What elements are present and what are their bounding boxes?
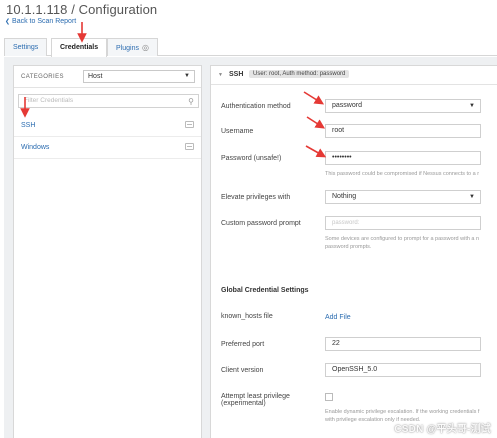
ssh-section-header[interactable]: ▼ SSH User: root, Auth method: password <box>211 66 497 85</box>
content-area: CATEGORIES Host ▼ Filter Credentials ⚲ S… <box>4 57 497 438</box>
client-version-value: OpenSSH_5.0 <box>332 366 378 373</box>
elevate-privileges-label: Elevate privileges with <box>221 194 291 201</box>
category-select[interactable]: Host ▼ <box>83 70 195 83</box>
eye-icon: ◎ <box>141 43 149 52</box>
preferred-port-label: Preferred port <box>221 341 265 348</box>
search-icon: ⚲ <box>188 97 194 106</box>
least-privilege-sublabel: (experimental) <box>221 400 266 407</box>
elevate-privileges-select[interactable]: Nothing ▼ <box>325 190 481 204</box>
auth-method-select[interactable]: password ▼ <box>325 99 481 113</box>
page-title: 10.1.1.118 / Configuration <box>6 2 158 17</box>
caret-down-icon: ▼ <box>469 194 475 200</box>
credential-count-icon <box>185 143 194 150</box>
custom-prompt-hint: Some devices are configured to prompt fo… <box>325 236 480 242</box>
client-version-field[interactable]: OpenSSH_5.0 <box>325 363 481 377</box>
tab-settings-label: Settings <box>13 44 39 51</box>
tab-plugins-label: Plugins <box>116 45 139 52</box>
filter-credentials-input[interactable]: Filter Credentials ⚲ <box>18 94 199 108</box>
custom-prompt-input[interactable]: password: <box>325 216 481 230</box>
tab-settings[interactable]: Settings <box>4 38 48 56</box>
sidebar-item-windows[interactable]: Windows <box>14 138 201 159</box>
custom-prompt-placeholder: password: <box>332 220 360 226</box>
password-value: •••••••• <box>332 154 352 161</box>
caret-down-icon: ▼ <box>469 103 475 109</box>
sidebar-item-label: SSH <box>21 122 36 129</box>
password-label: Password (unsafe!) <box>221 155 282 162</box>
ssh-summary-badge: User: root, Auth method: password <box>249 70 350 78</box>
preferred-port-value: 22 <box>332 340 340 347</box>
known-hosts-label: known_hosts file <box>221 313 273 320</box>
back-link-label: Back to Scan Report <box>12 18 77 25</box>
back-to-scan-report-link[interactable]: ❮ Back to Scan Report <box>5 18 76 25</box>
sidebar-item-label: Windows <box>21 144 50 151</box>
tab-credentials[interactable]: Credentials <box>51 38 108 57</box>
client-version-label: Client version <box>221 367 264 374</box>
add-file-link[interactable]: Add File <box>325 314 351 321</box>
least-privilege-checkbox[interactable] <box>325 393 333 401</box>
sidebar-item-ssh[interactable]: SSH <box>14 116 201 137</box>
categories-label: CATEGORIES <box>21 74 64 80</box>
tab-plugins[interactable]: Plugins ◎ <box>107 38 158 56</box>
auth-method-value: password <box>332 102 362 109</box>
watermark: CSDN @平头哥-测试 <box>394 424 491 435</box>
username-label: Username <box>221 128 254 135</box>
username-field[interactable]: root <box>325 124 481 138</box>
category-value: Host <box>88 73 103 80</box>
tab-credentials-label: Credentials <box>60 44 99 51</box>
auth-method-label: Authentication method <box>221 103 291 110</box>
credential-count-icon <box>185 121 194 128</box>
ssh-credential-panel: ▼ SSH User: root, Auth method: password … <box>210 65 497 438</box>
filter-placeholder: Filter Credentials <box>24 97 74 104</box>
collapse-triangle-icon[interactable]: ▼ <box>218 72 223 78</box>
least-privilege-hint: Enable dynamic privilege escalation. If … <box>325 409 480 415</box>
custom-prompt-label: Custom password prompt <box>221 220 301 227</box>
credentials-sidebar: CATEGORIES Host ▼ Filter Credentials ⚲ S… <box>13 65 202 438</box>
caret-down-icon: ▼ <box>184 73 190 79</box>
chevron-left-icon: ❮ <box>5 19 11 25</box>
categories-row: CATEGORIES Host ▼ <box>14 66 201 88</box>
password-hint: This password could be compromised if Ne… <box>325 171 480 177</box>
password-field[interactable]: •••••••• <box>325 151 481 165</box>
config-tabs: Settings Credentials Plugins ◎ <box>4 38 497 57</box>
preferred-port-field[interactable]: 22 <box>325 337 481 351</box>
custom-prompt-hint-cont: password prompts. <box>325 244 372 250</box>
username-value: root <box>332 127 345 134</box>
section-name: SSH <box>229 71 244 78</box>
least-privilege-label: Attempt least privilege <box>221 393 290 400</box>
global-settings-title: Global Credential Settings <box>221 287 309 294</box>
elevate-value: Nothing <box>332 193 357 200</box>
